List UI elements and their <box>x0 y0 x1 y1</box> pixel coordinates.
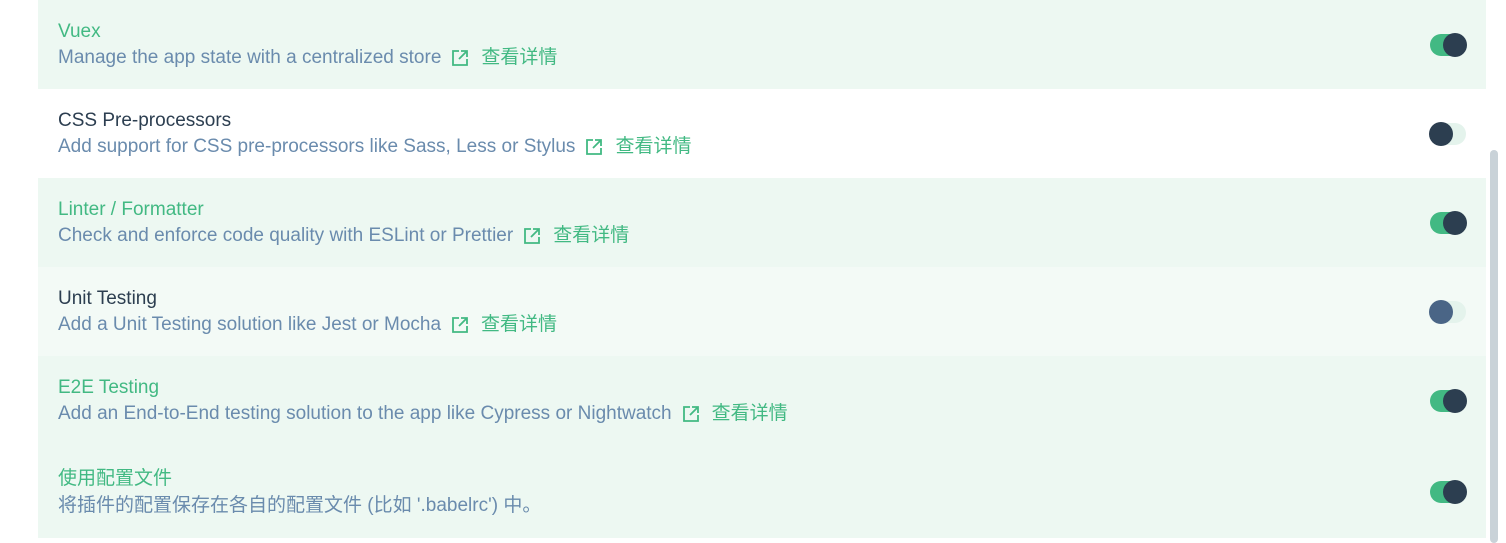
feature-title: Unit Testing <box>58 288 157 309</box>
feature-list: Vuex Manage the app state with a central… <box>38 0 1486 543</box>
vertical-scrollbar[interactable] <box>1490 150 1498 543</box>
feature-description: Add a Unit Testing solution like Jest or… <box>58 314 442 335</box>
external-link-icon[interactable] <box>451 49 469 67</box>
feature-description: Manage the app state with a centralized … <box>58 47 442 68</box>
feature-toggle-linter[interactable] <box>1430 211 1467 235</box>
feature-description-line: Add a Unit Testing solution like Jest or… <box>58 314 557 336</box>
feature-description-line: Add support for CSS pre-processors like … <box>58 136 691 158</box>
toggle-knob <box>1443 33 1467 57</box>
toggle-knob <box>1443 389 1467 413</box>
feature-description-line: Manage the app state with a centralized … <box>58 47 557 69</box>
feature-toggle-e2e-testing[interactable] <box>1430 389 1467 413</box>
feature-title: Linter / Formatter <box>58 199 204 220</box>
feature-toggle-css-preprocessors[interactable] <box>1429 122 1466 146</box>
external-link-icon[interactable] <box>451 316 469 334</box>
feature-description-line: Add an End-to-End testing solution to th… <box>58 403 788 425</box>
feature-row-css-preprocessors[interactable]: CSS Pre-processors Add support for CSS p… <box>38 89 1486 178</box>
more-info-link[interactable]: 查看详情 <box>615 136 691 158</box>
external-link-icon[interactable] <box>585 138 603 156</box>
feature-description: Check and enforce code quality with ESLi… <box>58 225 514 246</box>
external-link-icon[interactable] <box>523 227 541 245</box>
feature-description: Add an End-to-End testing solution to th… <box>58 403 672 424</box>
feature-title: Vuex <box>58 21 101 42</box>
feature-title: CSS Pre-processors <box>58 110 232 131</box>
feature-title: 使用配置文件 <box>58 468 173 489</box>
feature-description: Add support for CSS pre-processors like … <box>58 136 576 157</box>
feature-row-linter[interactable]: Linter / Formatter Check and enforce cod… <box>38 178 1486 267</box>
feature-row-vuex[interactable]: Vuex Manage the app state with a central… <box>38 0 1486 89</box>
toggle-knob <box>1429 300 1453 324</box>
more-info-link[interactable]: 查看详情 <box>481 314 557 336</box>
toggle-knob <box>1443 480 1467 504</box>
more-info-link[interactable]: 查看详情 <box>481 47 557 69</box>
feature-description-line: 将插件的配置保存在各自的配置文件 (比如 '.babelrc') 中。 <box>58 495 541 517</box>
feature-row-e2e-testing[interactable]: E2E Testing Add an End-to-End testing so… <box>38 356 1486 445</box>
feature-toggle-config-files[interactable] <box>1430 480 1467 504</box>
feature-toggle-unit-testing[interactable] <box>1429 300 1466 324</box>
toggle-knob <box>1443 211 1467 235</box>
external-link-icon[interactable] <box>682 405 700 423</box>
feature-description-line: Check and enforce code quality with ESLi… <box>58 225 629 247</box>
feature-description: 将插件的配置保存在各自的配置文件 (比如 '.babelrc') 中。 <box>58 495 542 516</box>
more-info-link[interactable]: 查看详情 <box>712 403 788 425</box>
toggle-knob <box>1429 122 1453 146</box>
more-info-link[interactable]: 查看详情 <box>553 225 629 247</box>
feature-title: E2E Testing <box>58 377 160 398</box>
feature-toggle-vuex[interactable] <box>1430 33 1467 57</box>
feature-row-config-files[interactable]: 使用配置文件 将插件的配置保存在各自的配置文件 (比如 '.babelrc') … <box>38 445 1486 538</box>
feature-row-unit-testing[interactable]: Unit Testing Add a Unit Testing solution… <box>38 267 1486 356</box>
